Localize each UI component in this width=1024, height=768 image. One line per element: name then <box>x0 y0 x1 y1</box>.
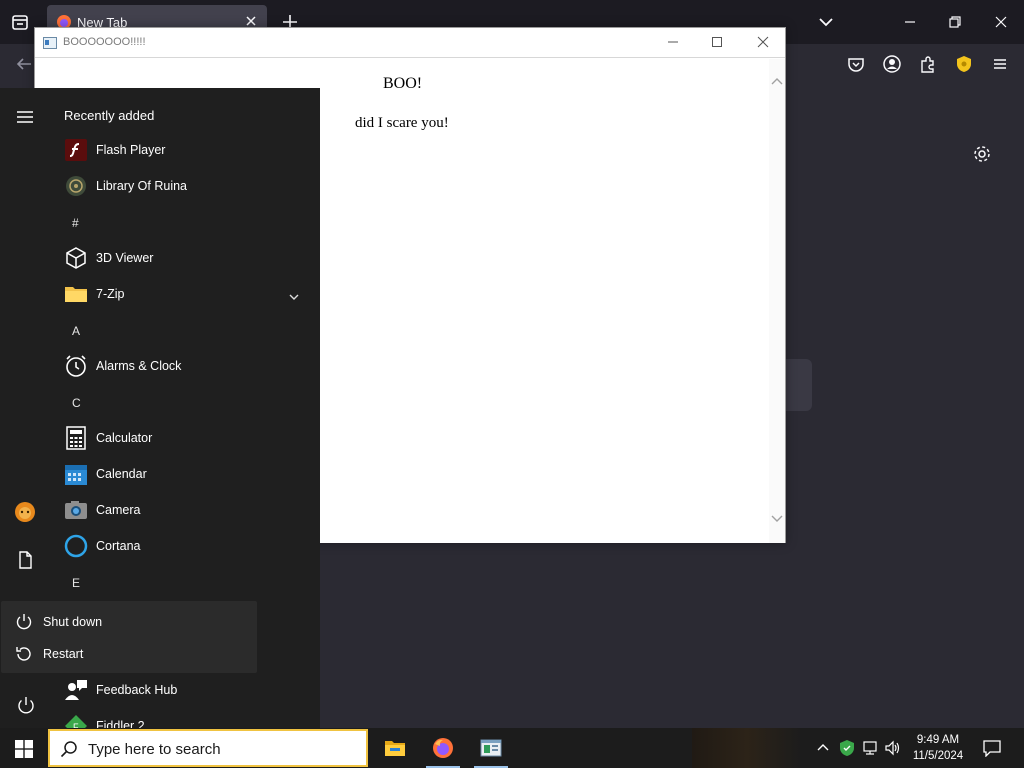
newtab-settings-gear-icon[interactable] <box>972 144 992 164</box>
feedback-hub-icon <box>64 678 88 702</box>
wallpaper-peek <box>692 728 802 768</box>
documents-icon[interactable] <box>14 549 36 571</box>
pocket-icon[interactable] <box>846 54 866 74</box>
shield-extension-icon[interactable] <box>954 54 974 74</box>
scroll-down-icon[interactable] <box>771 511 783 522</box>
app-label: Fiddler 2 <box>96 719 145 728</box>
app-item-calendar[interactable]: Calendar <box>50 456 320 492</box>
cortana-icon <box>64 534 88 558</box>
firefox-icon <box>433 738 453 758</box>
app-item-feedback-hub[interactable]: Feedback Hub <box>50 672 320 708</box>
app-label: 3D Viewer <box>96 251 154 265</box>
security-tray-icon[interactable] <box>838 739 856 757</box>
clock-time: 9:49 AM <box>916 734 960 746</box>
shut-down-label: Shut down <box>43 615 103 629</box>
chevron-down-icon[interactable] <box>288 289 300 300</box>
app-label: Flash Player <box>96 143 166 157</box>
restore-icon[interactable] <box>945 12 965 32</box>
app-label: Feedback Hub <box>96 683 178 697</box>
extensions-icon[interactable] <box>918 54 938 74</box>
taskbar-popup-app[interactable] <box>468 728 514 768</box>
minimize-icon[interactable] <box>900 12 920 32</box>
close-window-icon[interactable] <box>991 12 1011 32</box>
start-button[interactable] <box>0 728 48 768</box>
show-hidden-icons-chevron-up-icon[interactable] <box>814 739 832 757</box>
app-label: Library Of Ruina <box>96 179 188 193</box>
app-label: Camera <box>96 503 141 517</box>
app-item-alarms-clock[interactable]: Alarms & Clock <box>50 348 320 384</box>
search-icon <box>60 740 78 758</box>
network-icon[interactable] <box>862 739 880 757</box>
flash-player-icon <box>64 138 88 162</box>
taskbar-search-box[interactable]: Type here to search <box>48 729 368 767</box>
app-label: 7-Zip <box>96 287 125 301</box>
calendar-icon <box>64 462 88 486</box>
folder-icon <box>64 282 88 306</box>
shut-down-button[interactable]: Shut down <box>1 606 257 638</box>
user-avatar-icon[interactable] <box>14 501 36 523</box>
window-app-icon <box>43 36 57 49</box>
taskbar-clock[interactable]: 9:49 AM 11/5/2024 <box>906 732 970 764</box>
app-item-3d-viewer[interactable]: 3D Viewer <box>50 240 320 276</box>
window-app-icon <box>480 739 502 757</box>
account-icon[interactable] <box>882 54 902 74</box>
app-label: Calculator <box>96 431 153 445</box>
firefox-view-icon[interactable] <box>8 10 32 34</box>
windows-logo-icon <box>15 740 33 758</box>
popup-minimize-icon[interactable] <box>665 34 681 50</box>
popup-close-icon[interactable] <box>755 34 771 50</box>
newtab-shortcut-tile[interactable] <box>786 359 812 411</box>
section-letter-a[interactable]: A <box>72 324 80 338</box>
list-all-tabs-icon[interactable] <box>817 13 835 31</box>
library-of-ruina-icon <box>64 174 88 198</box>
app-menu-icon[interactable] <box>990 54 1010 74</box>
file-explorer-icon <box>385 741 405 756</box>
app-item-calculator[interactable]: Calculator <box>50 420 320 456</box>
restart-label: Restart <box>43 647 84 661</box>
alarm-clock-icon <box>64 354 88 378</box>
app-item-7-zip[interactable]: 7-Zip <box>50 276 320 312</box>
clock-date: 11/5/2024 <box>912 750 964 762</box>
app-item-camera[interactable]: Camera <box>50 492 320 528</box>
popup-scrollbar[interactable] <box>769 59 785 543</box>
app-item-library-of-ruina[interactable]: Library Of Ruina <box>50 168 320 204</box>
recently-added-header: Recently added <box>64 108 155 123</box>
camera-icon <box>64 498 88 522</box>
section-letter-c[interactable]: C <box>72 396 81 410</box>
taskbar: Type here to search 9:49 AM 11/5/2024 <box>0 728 1024 768</box>
power-menu: Shut down Restart <box>1 601 257 673</box>
volume-icon[interactable] <box>884 739 902 757</box>
app-item-fiddler[interactable]: F Fiddler 2 <box>50 708 320 728</box>
section-letter-e[interactable]: E <box>72 576 80 590</box>
restart-icon <box>15 645 33 663</box>
popup-maximize-icon[interactable] <box>709 34 725 50</box>
cube-icon <box>64 246 88 270</box>
taskbar-file-explorer[interactable] <box>372 728 418 768</box>
popup-titlebar[interactable]: BOOOOOOO!!!!! <box>35 28 785 58</box>
app-label: Alarms & Clock <box>96 359 182 373</box>
restart-button[interactable]: Restart <box>1 638 257 670</box>
power-button-icon[interactable] <box>16 696 36 716</box>
search-placeholder: Type here to search <box>88 741 221 758</box>
popup-heading: BOO! <box>383 75 423 92</box>
expand-menu-icon[interactable] <box>16 110 34 124</box>
notifications-icon[interactable] <box>982 739 1002 758</box>
app-label: Cortana <box>96 539 141 553</box>
app-label: Calendar <box>96 467 147 481</box>
scroll-up-icon[interactable] <box>771 73 783 85</box>
app-item-cortana[interactable]: Cortana <box>50 528 320 564</box>
popup-message: did I scare you! <box>355 115 449 131</box>
app-item-flash-player[interactable]: Flash Player <box>50 132 320 168</box>
power-icon <box>15 613 33 631</box>
fiddler-icon: F <box>64 714 88 728</box>
section-letter-hash[interactable]: # <box>72 216 79 230</box>
popup-title: BOOOOOOO!!!!! <box>63 36 146 48</box>
calculator-icon <box>64 426 88 450</box>
back-arrow-icon[interactable] <box>14 54 34 74</box>
taskbar-firefox[interactable] <box>420 728 466 768</box>
